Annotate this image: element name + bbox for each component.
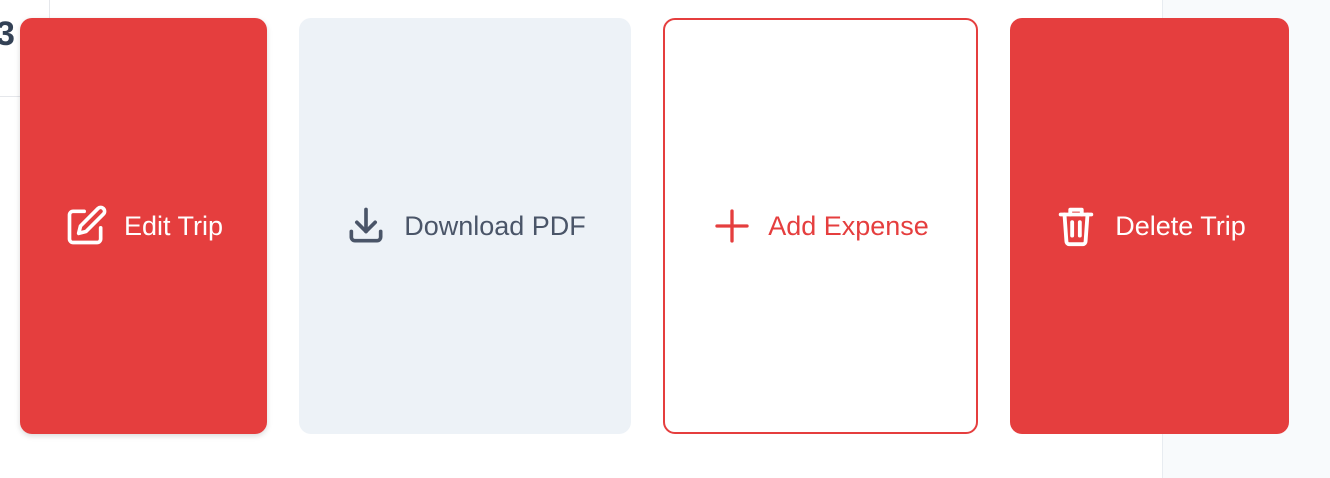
download-icon: [344, 204, 388, 248]
trash-icon: [1053, 203, 1099, 249]
edit-trip-button[interactable]: Edit Trip: [20, 18, 267, 434]
plus-icon: [712, 206, 752, 246]
add-expense-label: Add Expense: [768, 210, 929, 241]
download-pdf-button[interactable]: Download PDF: [299, 18, 631, 434]
edit-trip-label: Edit Trip: [123, 210, 224, 241]
add-expense-button[interactable]: Add Expense: [663, 18, 978, 434]
delete-trip-button[interactable]: Delete Trip: [1010, 18, 1289, 434]
edit-icon: [64, 204, 108, 248]
download-pdf-label: Download PDF: [404, 210, 586, 241]
delete-trip-label: Delete Trip: [1115, 210, 1246, 241]
left-fragment-text: 3: [0, 15, 15, 53]
